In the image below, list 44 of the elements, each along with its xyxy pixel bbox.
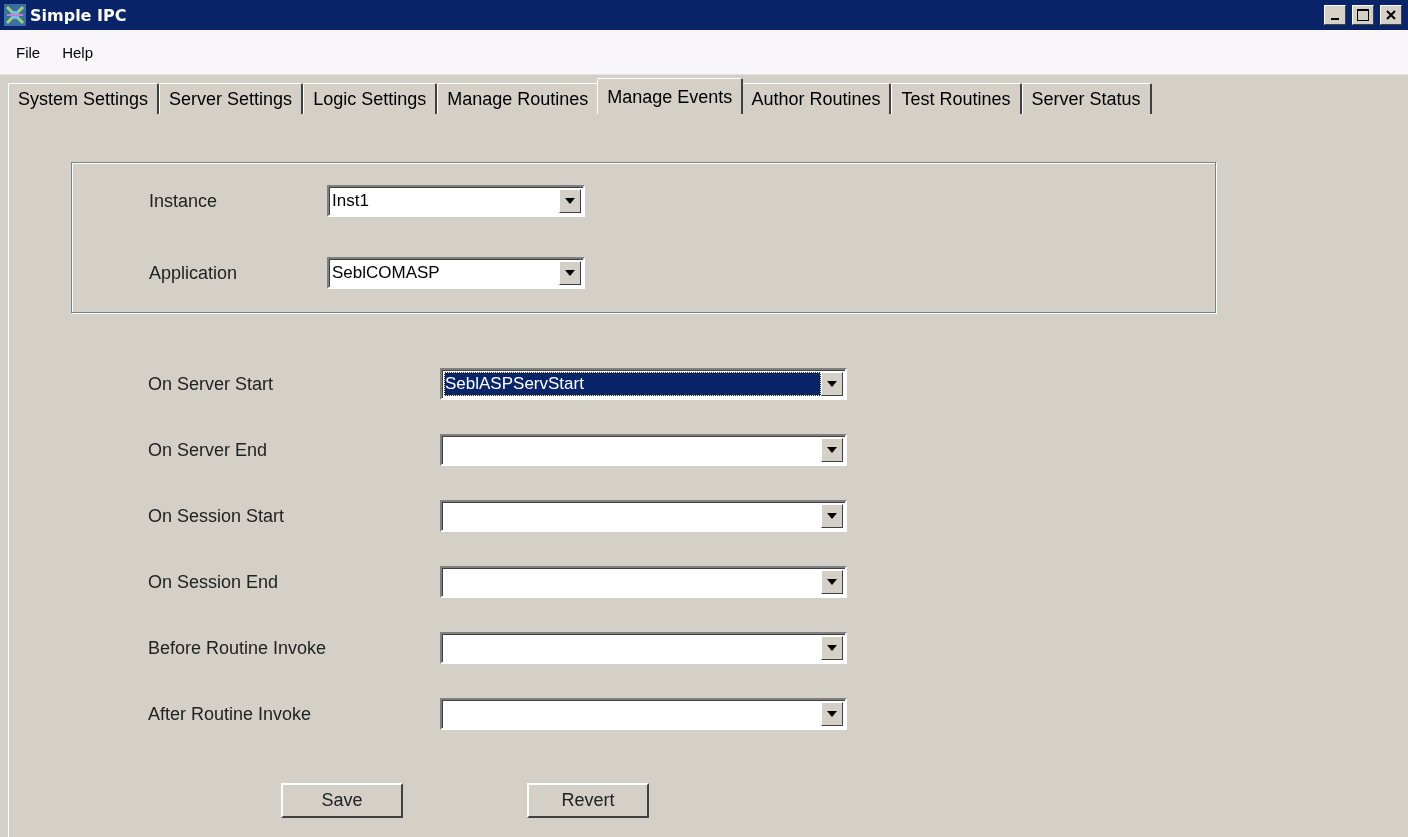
tab[interactable]: Manage Events <box>597 78 744 114</box>
caret-icon <box>565 198 575 204</box>
dropdown-field[interactable] <box>440 632 847 664</box>
caret-icon <box>827 711 837 717</box>
tab[interactable]: Logic Settings <box>303 83 438 114</box>
caret-icon <box>827 381 837 387</box>
caret-icon <box>827 513 837 519</box>
maximize-icon <box>1357 9 1369 21</box>
caret-icon <box>565 270 575 276</box>
field-label: Application <box>149 262 239 284</box>
close-button[interactable] <box>1380 5 1402 25</box>
window-title: Simple IPC <box>30 5 127 25</box>
tab[interactable]: Test Routines <box>891 83 1022 114</box>
field-label: After Routine Invoke <box>148 703 313 725</box>
close-icon <box>1386 10 1396 20</box>
action-button[interactable]: Revert <box>527 783 649 818</box>
maximize-button[interactable] <box>1352 5 1374 25</box>
menu-item[interactable]: Help <box>62 43 94 61</box>
dropdown-field[interactable]: SeblCOMASP <box>327 257 585 289</box>
caret-icon <box>827 645 837 651</box>
field-label: On Session Start <box>148 505 286 527</box>
field-label: On Server Start <box>148 373 275 395</box>
tab[interactable]: Server Status <box>1021 83 1152 114</box>
dropdown-field[interactable] <box>440 434 847 466</box>
tab[interactable]: Server Settings <box>159 83 304 114</box>
action-button[interactable]: Save <box>281 783 403 818</box>
field-label: On Session End <box>148 571 280 593</box>
caret-icon <box>827 447 837 453</box>
tab[interactable]: Author Routines <box>741 83 892 114</box>
field-label: Before Routine Invoke <box>148 637 328 659</box>
field-label: On Server End <box>148 439 269 461</box>
field-label: Instance <box>149 190 219 212</box>
tab[interactable]: System Settings <box>8 83 160 114</box>
menu-item[interactable]: File <box>16 43 41 61</box>
minimize-icon <box>1331 18 1339 20</box>
minimize-button[interactable] <box>1324 5 1346 25</box>
dropdown-field[interactable]: Inst1 <box>327 185 585 217</box>
tab[interactable]: Manage Routines <box>437 83 600 114</box>
dropdown-field[interactable]: SeblASPServStart <box>440 368 847 400</box>
app-icon <box>4 4 26 26</box>
dropdown-field[interactable] <box>440 698 847 730</box>
dropdown-field[interactable] <box>440 500 847 532</box>
dropdown-field[interactable] <box>440 566 847 598</box>
caret-icon <box>827 579 837 585</box>
